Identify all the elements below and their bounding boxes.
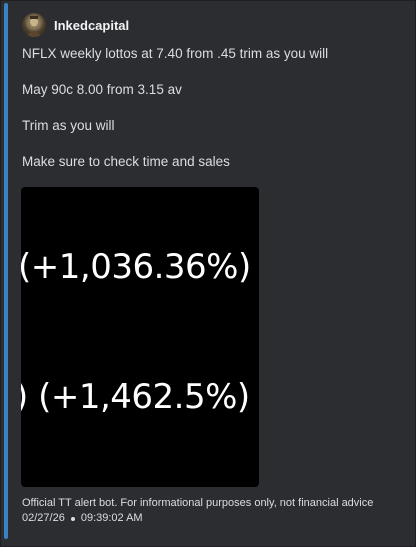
profile-avatar-icon[interactable]	[22, 13, 46, 37]
footer-date: 02/27/26	[22, 512, 65, 524]
footer-time: 09:39:02 AM	[80, 512, 143, 524]
image-text-line1: (+1,036.36%)	[21, 247, 251, 287]
message-line: Trim as you will	[22, 118, 115, 133]
footer-note: Official TT alert bot. For informational…	[22, 497, 374, 509]
author-username[interactable]: Inkedcapital	[54, 18, 129, 33]
embed-message: Inkedcapital NFLX weekly lottos at 7.40 …	[0, 0, 416, 547]
image-text-line2: ) (+1,462.5%)	[21, 377, 250, 417]
separator-dot-icon	[70, 516, 75, 521]
footer-timestamp: 02/27/26 09:39:02 AM	[22, 511, 373, 526]
message-line: Make sure to check time and sales	[22, 154, 230, 169]
message-line: NFLX weekly lottos at 7.40 from .45 trim…	[22, 46, 329, 61]
attached-image[interactable]: (+1,036.36%) ) (+1,462.5%)	[21, 187, 259, 487]
embed-accent-bar	[4, 3, 8, 539]
message-line: May 90c 8.00 from 3.15 av	[22, 82, 182, 97]
embed-footer: Official TT alert bot. For informational…	[22, 496, 373, 526]
message-content: NFLX weekly lottos at 7.40 from .45 trim…	[22, 45, 407, 189]
message-header: Inkedcapital	[22, 13, 129, 37]
